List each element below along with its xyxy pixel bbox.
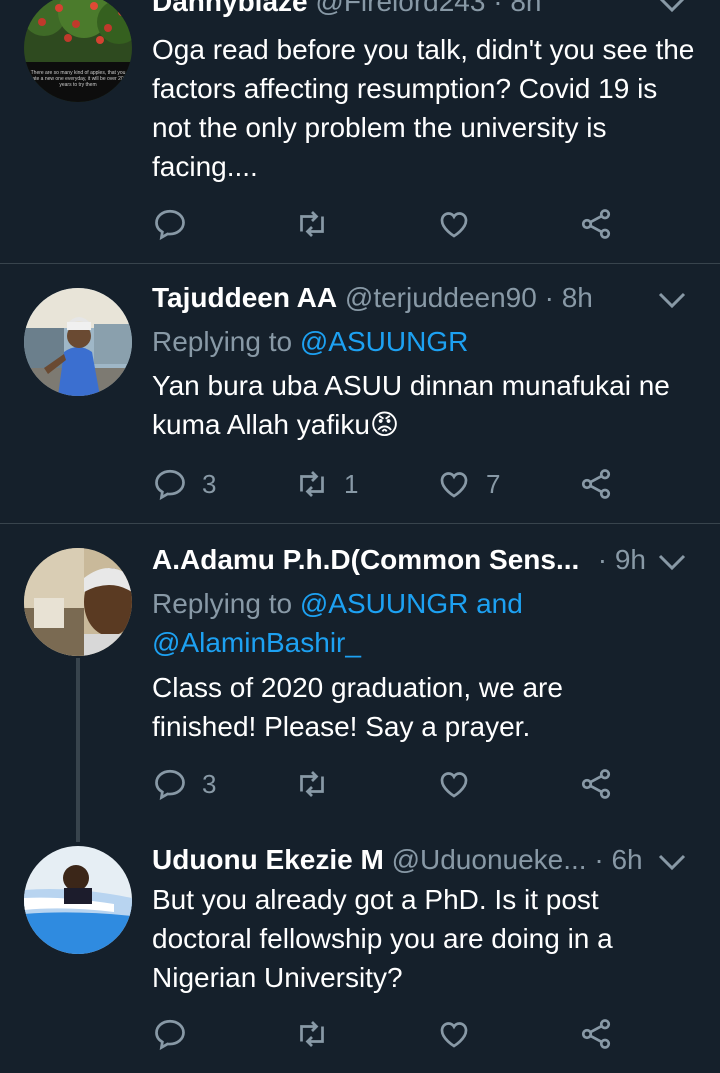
mention-link[interactable]: @ASUUNGR bbox=[300, 326, 468, 357]
display-name[interactable]: Uduonu Ekezie M bbox=[152, 844, 384, 875]
heart-icon bbox=[440, 212, 468, 238]
timestamp[interactable]: 6h bbox=[611, 844, 642, 875]
tweet-header: Uduonu Ekezie M @Uduonueke... · 6h bbox=[152, 844, 692, 884]
reply-button[interactable]: 3 bbox=[152, 764, 216, 804]
like-button[interactable] bbox=[436, 1014, 486, 1054]
replying-to: Replying to @ASUUNGR bbox=[152, 322, 468, 361]
retweet-button[interactable]: 1 bbox=[294, 464, 358, 504]
timestamp[interactable]: 8h bbox=[510, 0, 541, 17]
retweet-icon bbox=[300, 471, 324, 497]
profile-photo bbox=[24, 846, 132, 954]
avatar[interactable]: There are so many kind of apples, that y… bbox=[24, 0, 132, 102]
retweet-icon bbox=[300, 771, 324, 797]
separator-dot: · bbox=[597, 544, 608, 575]
replying-to: Replying to @ASUUNGR and @AlaminBashir_ bbox=[152, 584, 523, 662]
tweet-text: But you already got a PhD. Is it post do… bbox=[152, 884, 613, 993]
tweet-2[interactable]: Tajuddeen AA @terjuddeen90 · 8h Replying… bbox=[0, 264, 720, 522]
tweet-text: Oga read before you talk, didn't you see… bbox=[152, 34, 695, 182]
separator-dot: · bbox=[594, 844, 604, 875]
user-handle[interactable]: @Uduonueke... bbox=[392, 844, 587, 875]
tweet-actions: 3 bbox=[152, 764, 622, 804]
mention-link[interactable]: @ASUUNGR and bbox=[300, 588, 523, 619]
tweet-3[interactable]: A.Adamu P.h.D(Common Sens... · 9h Replyi… bbox=[0, 524, 720, 824]
retweet-button[interactable] bbox=[294, 764, 344, 804]
avatar[interactable] bbox=[24, 548, 132, 656]
chevron-down-icon[interactable] bbox=[652, 282, 692, 322]
avatar[interactable] bbox=[24, 846, 132, 954]
separator-dot: · bbox=[493, 0, 503, 17]
reply-icon bbox=[155, 1019, 185, 1051]
tweet-header: Tajuddeen AA @terjuddeen90 · 8h bbox=[152, 282, 692, 322]
share-icon bbox=[581, 469, 611, 499]
tweet-actions bbox=[152, 204, 622, 244]
like-count: 7 bbox=[486, 468, 501, 499]
reply-count: 3 bbox=[202, 768, 217, 799]
reply-icon bbox=[155, 769, 185, 801]
display-name[interactable]: A.Adamu P.h.D(Common Sens... bbox=[152, 544, 579, 575]
chevron-down-icon[interactable] bbox=[652, 544, 692, 584]
user-handle[interactable]: @terjuddeen90 bbox=[345, 282, 537, 313]
separator-dot: · bbox=[544, 282, 554, 313]
share-icon bbox=[581, 769, 611, 799]
heart-icon bbox=[440, 772, 468, 798]
tweet-header: Dannyblaze @Firelord243 · 8h bbox=[152, 0, 692, 26]
retweet-button[interactable] bbox=[294, 1014, 344, 1054]
share-button[interactable] bbox=[578, 1014, 614, 1054]
tweet-4[interactable]: Uduonu Ekezie M @Uduonueke... · 6h But y… bbox=[0, 824, 720, 1073]
retweet-button[interactable] bbox=[294, 204, 344, 244]
share-icon bbox=[581, 209, 611, 239]
reply-count: 3 bbox=[202, 468, 217, 499]
profile-photo bbox=[24, 288, 132, 396]
reply-icon bbox=[155, 209, 185, 241]
heart-icon bbox=[440, 1022, 468, 1048]
like-button[interactable]: 7 bbox=[436, 464, 500, 504]
replying-to-label: Replying to bbox=[152, 588, 293, 619]
share-button[interactable] bbox=[578, 764, 614, 804]
retweet-icon bbox=[300, 1021, 324, 1047]
tweet-header: A.Adamu P.h.D(Common Sens... · 9h bbox=[152, 544, 692, 584]
like-button[interactable] bbox=[436, 764, 486, 804]
retweet-icon bbox=[300, 211, 324, 237]
share-button[interactable] bbox=[578, 204, 614, 244]
display-name[interactable]: Dannyblaze bbox=[152, 0, 308, 17]
tweet-text: Yan bura uba ASUU dinnan munafukai ne ku… bbox=[152, 370, 670, 440]
retweet-count: 1 bbox=[344, 468, 359, 499]
share-button[interactable] bbox=[578, 464, 614, 504]
like-button[interactable] bbox=[436, 204, 486, 244]
reply-button[interactable] bbox=[152, 204, 202, 244]
reply-button[interactable]: 3 bbox=[152, 464, 216, 504]
replying-to-label: Replying to bbox=[152, 326, 293, 357]
reply-icon bbox=[155, 469, 185, 501]
display-name[interactable]: Tajuddeen AA bbox=[152, 282, 337, 313]
avatar-caption: There are so many kind of apples, that y… bbox=[30, 70, 126, 88]
tweet-actions bbox=[152, 1014, 622, 1054]
reply-button[interactable] bbox=[152, 1014, 202, 1054]
chevron-down-icon[interactable] bbox=[652, 0, 692, 26]
avatar[interactable] bbox=[24, 288, 132, 396]
mention-link[interactable]: @AlaminBashir_ bbox=[152, 627, 361, 658]
user-handle[interactable]: @Firelord243 bbox=[315, 0, 485, 17]
tweet-text: Class of 2020 graduation, we are finishe… bbox=[152, 672, 563, 742]
chevron-down-icon[interactable] bbox=[652, 844, 692, 884]
tweet-1[interactable]: There are so many kind of apples, that y… bbox=[0, 0, 720, 262]
heart-icon bbox=[440, 472, 468, 498]
timestamp[interactable]: 8h bbox=[562, 282, 593, 313]
timestamp[interactable]: 9h bbox=[615, 544, 646, 575]
tweet-actions: 3 1 7 bbox=[152, 464, 622, 504]
profile-photo bbox=[24, 548, 132, 656]
share-icon bbox=[581, 1019, 611, 1049]
